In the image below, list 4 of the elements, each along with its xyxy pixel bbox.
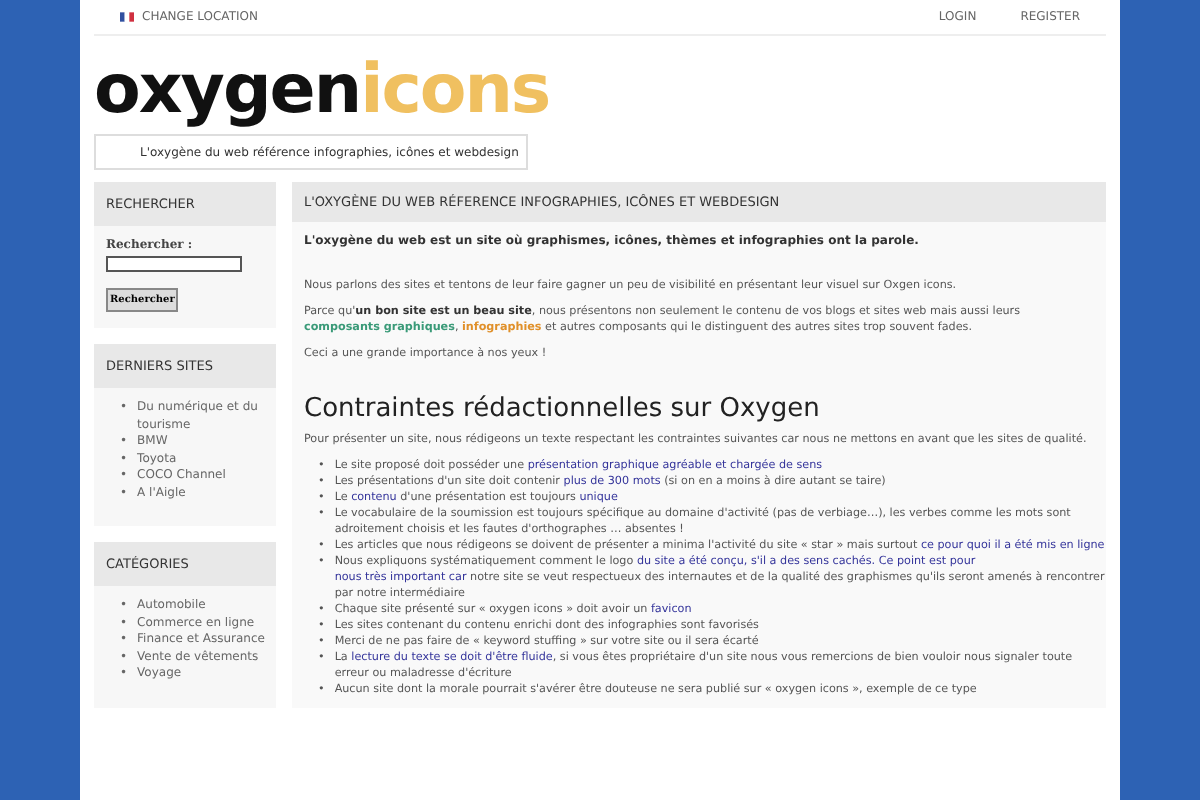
flag-icon [120,12,134,22]
search-field[interactable] [106,256,242,272]
heading: Contraintes rédactionnelles sur Oxygen [304,394,822,424]
site-logo[interactable]: oxygenicons [80,36,1120,124]
